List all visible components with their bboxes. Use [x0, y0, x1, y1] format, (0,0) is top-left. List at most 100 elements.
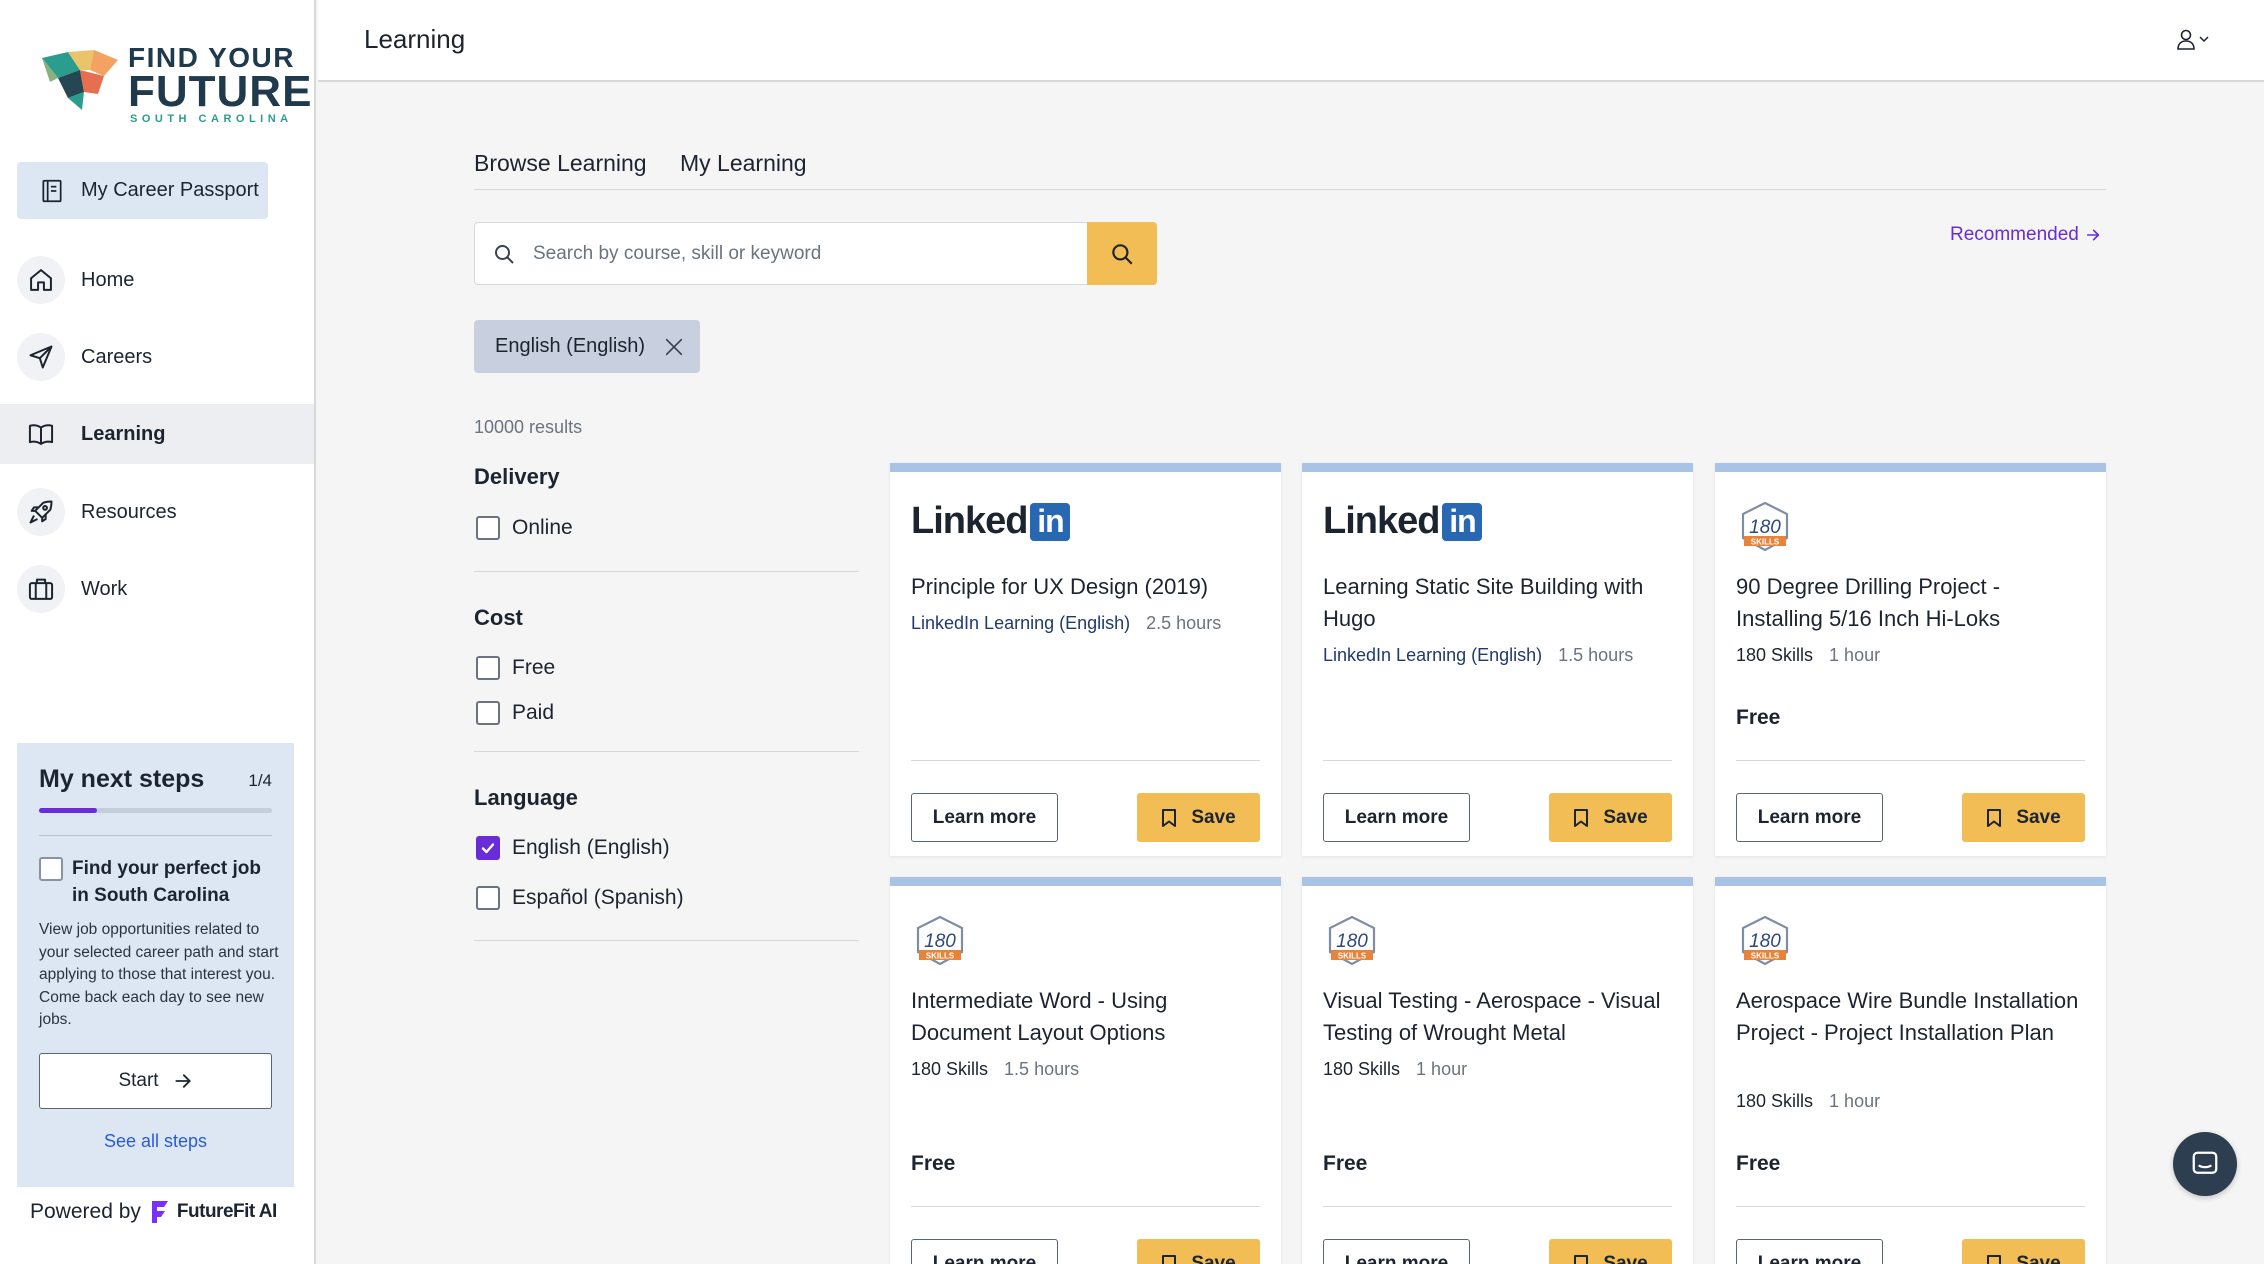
search-input[interactable] — [533, 223, 1087, 284]
logo-mark-icon — [42, 50, 118, 110]
filter-option-label: Online — [512, 516, 573, 539]
course-card[interactable]: 180 SKILLS Aerospace Wire Bundle Install… — [1715, 877, 2106, 1264]
find-your-future-logo[interactable]: FIND YOUR FUTURE SOUTH CAROLINA — [38, 40, 311, 125]
bookmark-icon — [1987, 1254, 2002, 1264]
checkbox[interactable] — [476, 701, 500, 725]
course-duration: 2.5 hours — [1146, 613, 1222, 633]
course-card[interactable]: Linked in Learning Static Site Building w… — [1302, 463, 1693, 856]
filter-title-cost: Cost — [474, 605, 523, 630]
step-checkbox[interactable] — [39, 857, 63, 881]
checkbox-checked[interactable] — [476, 836, 500, 860]
learn-more-button[interactable]: Learn more — [1736, 1239, 1883, 1264]
user-menu[interactable] — [2176, 28, 2210, 50]
course-card[interactable]: 180 SKILLS Visual Testing - Aerospace - … — [1302, 877, 1693, 1264]
save-button[interactable]: Save — [1137, 793, 1260, 842]
filter-option-paid[interactable]: Paid — [476, 701, 554, 725]
start-button[interactable]: Start — [39, 1053, 272, 1109]
course-title[interactable]: Intermediate Word - Using Document Layou… — [911, 985, 1266, 1049]
save-button[interactable]: Save — [1549, 793, 1672, 842]
course-meta: LinkedIn Learning (English) 2.5 hours — [911, 613, 1221, 634]
linkedin-wordmark: Linked — [911, 500, 1028, 542]
tab-browse-learning[interactable]: Browse Learning — [474, 150, 647, 177]
see-all-steps-link[interactable]: See all steps — [17, 1131, 294, 1152]
sidebar-item-learning[interactable]: Learning — [0, 404, 314, 464]
course-title[interactable]: Aerospace Wire Bundle Installation Proje… — [1736, 985, 2091, 1049]
career-passport-button[interactable]: My Career Passport — [17, 162, 268, 219]
sidebar-item-careers[interactable]: Careers — [0, 327, 314, 387]
results-count: 10000 results — [474, 417, 583, 437]
futurefit-logo[interactable]: FutureFit AI — [149, 1199, 277, 1225]
briefcase-icon — [17, 565, 65, 613]
checkbox[interactable] — [476, 516, 500, 540]
learn-more-button[interactable]: Learn more — [911, 793, 1058, 842]
checkmark-icon — [481, 843, 495, 854]
save-label: Save — [2016, 1252, 2061, 1264]
card-divider — [1736, 760, 2085, 761]
180-skills-logo-icon: 180 SKILLS — [1328, 915, 1376, 966]
futurefit-mark-icon — [151, 1201, 168, 1223]
course-card[interactable]: 180 SKILLS Intermediate Word - Using Doc… — [890, 877, 1281, 1264]
svg-text:SKILLS: SKILLS — [1751, 538, 1780, 547]
logo-line-2: FUTURE — [128, 67, 313, 116]
powered-by-label: Powered by — [30, 1200, 141, 1223]
sidebar-item-label: Learning — [81, 422, 166, 445]
course-provider: LinkedIn Learning (English) — [1323, 645, 1543, 665]
checkbox[interactable] — [476, 886, 500, 910]
recommended-link[interactable]: Recommended — [1950, 224, 2101, 246]
course-price: Free — [1736, 706, 1781, 729]
save-button[interactable]: Save — [1962, 793, 2085, 842]
filter-option-online[interactable]: Online — [476, 516, 573, 540]
checkbox[interactable] — [476, 656, 500, 680]
course-duration: 1 hour — [1829, 645, 1881, 665]
course-card[interactable]: 180 SKILLS 90 Degree Drilling Project - … — [1715, 463, 2106, 856]
filter-option-free[interactable]: Free — [476, 656, 555, 680]
chat-icon — [2192, 1151, 2218, 1174]
search-button[interactable] — [1087, 222, 1157, 285]
learning-tabs: Browse Learning My Learning — [474, 146, 2106, 190]
next-steps-divider — [39, 835, 272, 836]
linkedin-logo: Linked in — [911, 500, 1071, 543]
save-label: Save — [1191, 806, 1236, 828]
next-steps-progress-fill — [39, 808, 98, 813]
learn-more-button[interactable]: Learn more — [1323, 793, 1470, 842]
filter-chip-language: English (English) — [474, 320, 700, 373]
linkedin-logo: Linked in — [1323, 500, 1483, 543]
sidebar-item-resources[interactable]: Resources — [0, 482, 314, 542]
180-skills-logo-icon: 180 SKILLS — [916, 915, 964, 966]
save-button[interactable]: Save — [1137, 1239, 1260, 1264]
save-label: Save — [2016, 806, 2061, 828]
svg-text:180: 180 — [1749, 931, 1781, 952]
close-icon[interactable] — [663, 336, 685, 358]
svg-text:180: 180 — [924, 931, 956, 952]
svg-text:180: 180 — [1749, 517, 1781, 538]
course-provider: LinkedIn Learning (English) — [911, 613, 1131, 633]
linkedin-in-badge: in — [1442, 502, 1483, 541]
save-button[interactable]: Save — [1962, 1239, 2085, 1264]
filter-option-english[interactable]: English (English) — [476, 836, 670, 860]
sidebar-item-home[interactable]: Home — [0, 250, 314, 310]
course-title[interactable]: Principle for UX Design (2019) — [911, 571, 1266, 603]
sidebar-item-work[interactable]: Work — [0, 559, 314, 619]
course-title[interactable]: Learning Static Site Building with Hugo — [1323, 571, 1678, 635]
learn-more-button[interactable]: Learn more — [1736, 793, 1883, 842]
search-bar — [474, 222, 1157, 285]
filter-option-spanish[interactable]: Español (Spanish) — [476, 886, 684, 910]
course-title[interactable]: 90 Degree Drilling Project - Installing … — [1736, 571, 2091, 635]
learn-more-button[interactable]: Learn more — [1323, 1239, 1470, 1264]
chat-launcher-button[interactable] — [2173, 1132, 2237, 1196]
save-label: Save — [1603, 1252, 1648, 1264]
course-meta: 180 Skills 1 hour — [1736, 645, 1880, 666]
save-label: Save — [1191, 1252, 1236, 1264]
tab-my-learning[interactable]: My Learning — [680, 150, 807, 177]
card-divider — [911, 760, 1260, 761]
sidebar-item-label: Resources — [81, 500, 177, 523]
learn-more-button[interactable]: Learn more — [911, 1239, 1058, 1264]
filter-option-label: Paid — [512, 701, 555, 724]
course-card[interactable]: Linked in Principle for UX Design (2019) … — [890, 463, 1281, 856]
svg-text:SKILLS: SKILLS — [926, 952, 955, 961]
page-title: Learning — [364, 24, 466, 54]
filter-divider — [474, 571, 859, 572]
course-title[interactable]: Visual Testing - Aerospace - Visual Test… — [1323, 985, 1678, 1049]
180-skills-logo-icon: 180 SKILLS — [1741, 915, 1789, 966]
save-button[interactable]: Save — [1549, 1239, 1672, 1264]
